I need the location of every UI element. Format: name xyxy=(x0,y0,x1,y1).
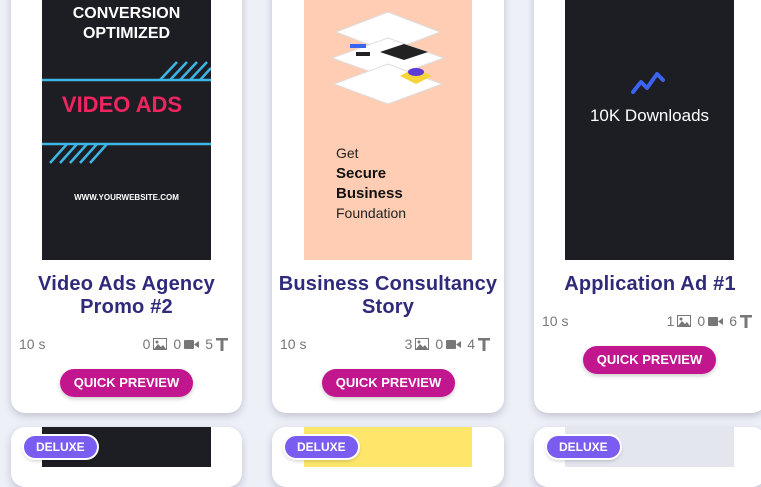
text-icon xyxy=(740,314,752,328)
video-camera-icon xyxy=(708,316,724,326)
quick-preview-button[interactable]: QUICK PREVIEW xyxy=(583,346,716,374)
template-title[interactable]: Video Ads Agency Promo #2 xyxy=(11,273,242,319)
deluxe-badge: DELUXE xyxy=(547,436,620,458)
text-icon xyxy=(216,337,228,351)
video-ads-artwork: CONVERSION OPTIMIZED VIDEO ADS WWW.YOURW… xyxy=(42,5,211,202)
thumb-headline: VIDEO ADS xyxy=(62,92,182,117)
template-card-6[interactable]: DELUXE xyxy=(534,427,761,487)
template-card-1[interactable]: CONVERSION OPTIMIZED VIDEO ADS WWW.YOURW… xyxy=(11,0,242,413)
quick-preview-button[interactable]: QUICK PREVIEW xyxy=(322,369,455,397)
asset-stats: 0 0 5 xyxy=(143,336,228,352)
video-count: 0 xyxy=(173,336,200,352)
image-icon xyxy=(415,338,430,350)
deluxe-badge: DELUXE xyxy=(285,436,358,458)
template-card-2[interactable]: Get Secure Business Foundation Business … xyxy=(272,0,504,413)
isometric-app-screens xyxy=(330,11,446,105)
template-card-4[interactable]: DELUXE xyxy=(11,427,242,487)
asset-stats: 1 0 6 xyxy=(667,313,752,329)
app-ad-artwork: 10K Downloads xyxy=(590,72,709,125)
video-camera-icon xyxy=(446,339,462,349)
duration-label: 10 s xyxy=(542,313,569,329)
image-count: 0 xyxy=(143,336,168,352)
text-count: 4 xyxy=(467,336,490,352)
template-thumbnail[interactable]: Get Secure Business Foundation xyxy=(304,0,472,260)
asset-stats: 3 0 4 xyxy=(405,336,490,352)
template-thumbnail[interactable]: 10K Downloads xyxy=(565,0,734,260)
deluxe-badge: DELUXE xyxy=(24,436,97,458)
trend-chart-icon xyxy=(631,72,665,94)
template-card-5[interactable]: DELUXE xyxy=(272,427,504,487)
thumb-line2: OPTIMIZED xyxy=(83,25,170,42)
duration-label: 10 s xyxy=(280,336,307,352)
image-icon xyxy=(677,315,692,327)
template-title-line2: Story xyxy=(361,296,415,318)
template-card-3[interactable]: 10K Downloads Application Ad #1 10 s 1 0… xyxy=(534,0,761,413)
business-story-artwork: Get Secure Business Foundation xyxy=(330,11,446,221)
image-count: 3 xyxy=(405,336,430,352)
thumb-get: Get xyxy=(336,145,359,161)
thumb-line1: CONVERSION xyxy=(73,5,181,22)
template-title-line2: Promo #2 xyxy=(80,296,173,318)
video-count: 0 xyxy=(435,336,462,352)
video-count: 0 xyxy=(697,313,724,329)
text-icon xyxy=(478,337,490,351)
image-count: 1 xyxy=(667,313,692,329)
text-count: 6 xyxy=(729,313,752,329)
template-title-line1: Business Consultancy xyxy=(278,273,498,295)
duration-label: 10 s xyxy=(19,336,46,352)
thumb-business: Business xyxy=(336,185,403,202)
template-thumbnail[interactable]: CONVERSION OPTIMIZED VIDEO ADS WWW.YOURW… xyxy=(42,0,211,260)
thumb-headline: 10K Downloads xyxy=(590,106,709,125)
thumb-secure: Secure xyxy=(336,165,386,182)
image-icon xyxy=(153,338,168,350)
thumb-url: WWW.YOURWEBSITE.COM xyxy=(74,193,179,202)
thumb-foundation: Foundation xyxy=(336,205,406,221)
quick-preview-button[interactable]: QUICK PREVIEW xyxy=(60,369,193,397)
template-title[interactable]: Business Consultancy Story xyxy=(272,273,504,319)
template-title-line1: Video Ads Agency xyxy=(38,273,215,295)
video-camera-icon xyxy=(184,339,200,349)
text-count: 5 xyxy=(205,336,228,352)
template-title[interactable]: Application Ad #1 xyxy=(534,273,761,296)
